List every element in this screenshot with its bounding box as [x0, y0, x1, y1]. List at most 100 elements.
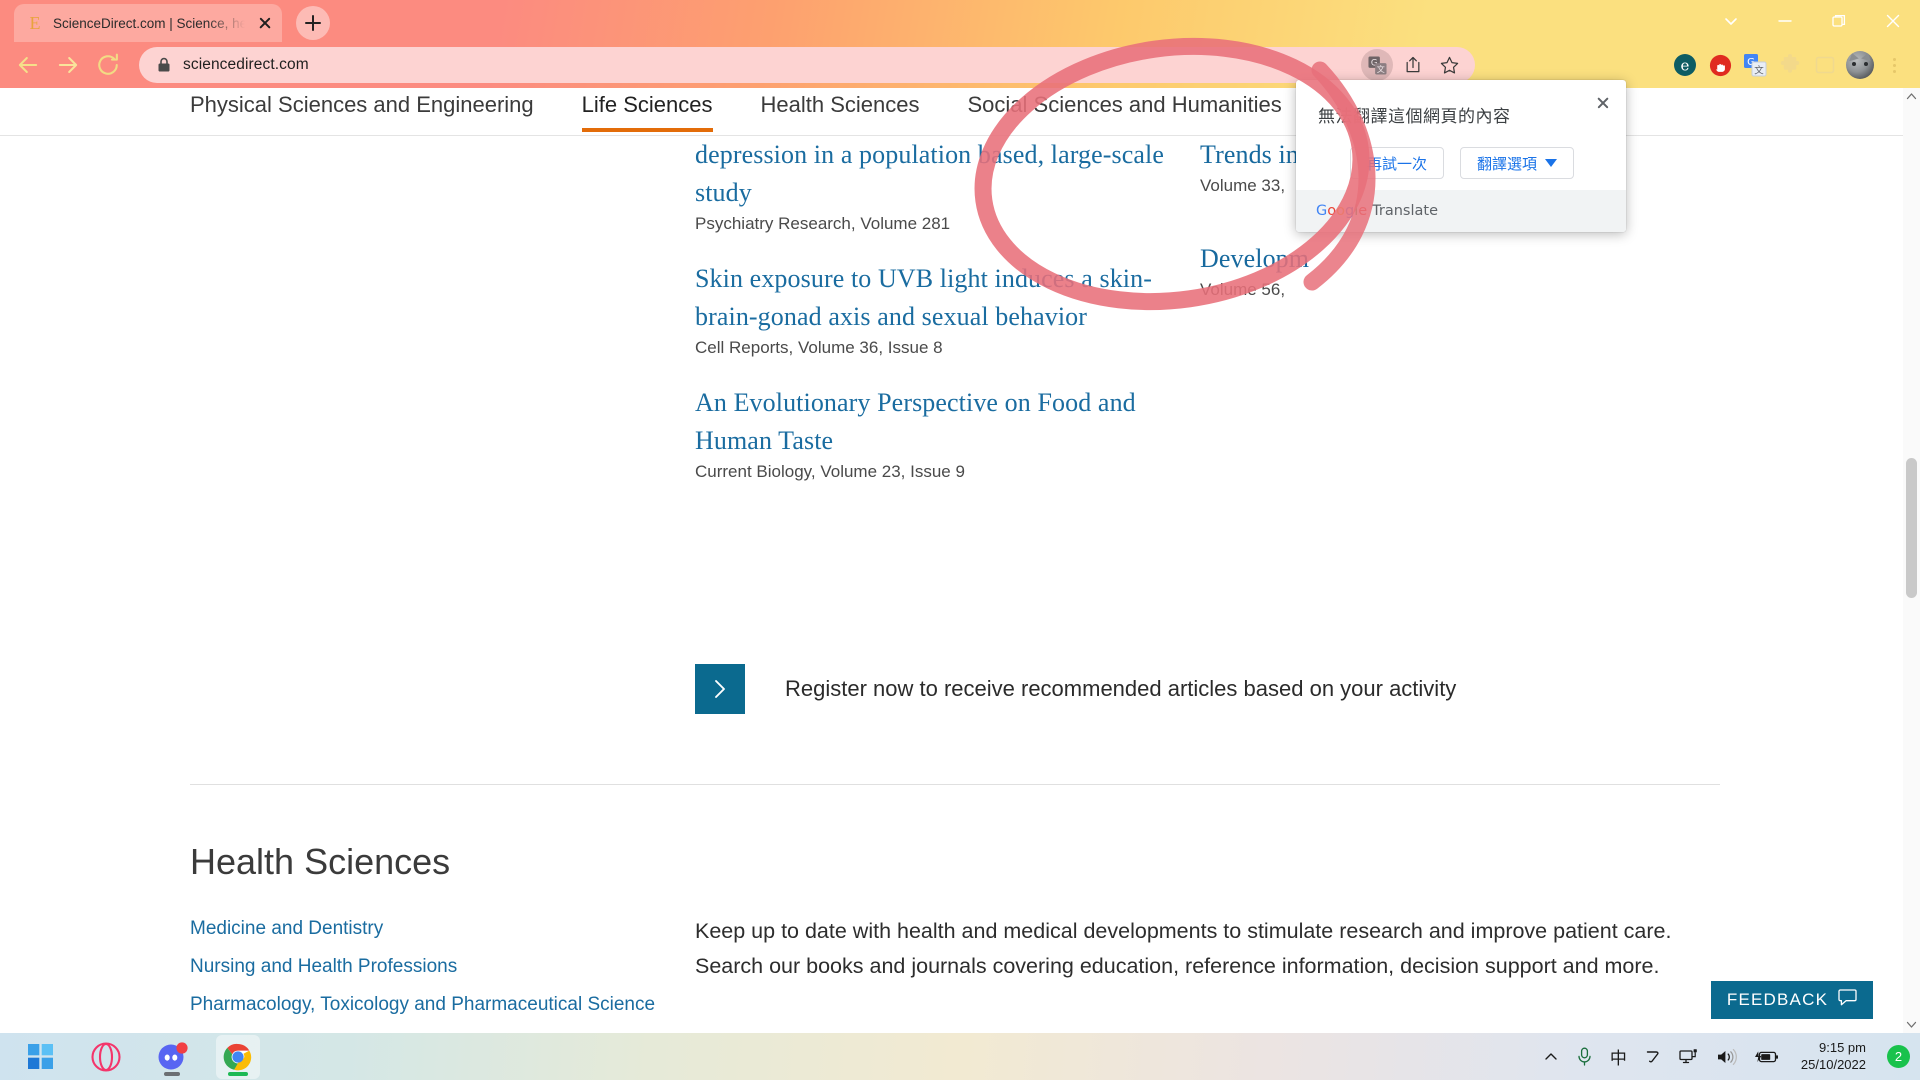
- google-wordmark-icon: Google: [1316, 203, 1368, 219]
- translate-brand-label: Translate: [1372, 203, 1439, 219]
- scroll-up-icon[interactable]: [1903, 88, 1920, 105]
- subject-link-pharmacology[interactable]: Pharmacology, Toxicology and Pharmaceuti…: [190, 994, 655, 1016]
- translate-popup-title: 無法翻譯這個網頁的內容: [1318, 107, 1511, 127]
- tab-close-icon[interactable]: [254, 12, 276, 34]
- tab-favicon-icon: E: [29, 13, 41, 33]
- article-source: Volume 56,: [1200, 279, 1286, 299]
- opera-icon[interactable]: [84, 1035, 128, 1079]
- browser-toolbar: sciencedirect.com G 文 e G 文: [0, 42, 1920, 88]
- new-tab-button[interactable]: [296, 6, 330, 40]
- web-page: Physical Sciences and Engineering Life S…: [0, 88, 1920, 1033]
- nav-social-sciences[interactable]: Social Sciences and Humanities: [968, 88, 1282, 132]
- network-icon[interactable]: [1679, 1048, 1699, 1066]
- bookmark-star-icon[interactable]: [1433, 49, 1465, 81]
- feedback-button[interactable]: FEEDBACK: [1711, 981, 1873, 1019]
- translate-options-label: 翻譯選項: [1477, 154, 1538, 173]
- ime-bopomofo-icon[interactable]: [1644, 1048, 1662, 1066]
- article-source: Current Biology, Volume 23, Issue 9: [695, 461, 965, 481]
- article-item: Developm Volume 56,: [1200, 240, 1520, 300]
- adblock-stop-icon[interactable]: [1705, 50, 1735, 80]
- browser-tab[interactable]: E ScienceDirect.com | Science, he: [14, 4, 282, 42]
- register-cta-label: Register now to receive recommended arti…: [785, 676, 1457, 701]
- reload-button[interactable]: [94, 51, 122, 79]
- edge-e-icon[interactable]: e: [1670, 50, 1700, 80]
- article-title[interactable]: An Evolutionary Perspective on Food and …: [695, 384, 1165, 460]
- address-bar[interactable]: sciencedirect.com G 文: [139, 47, 1475, 83]
- chrome-icon[interactable]: [216, 1034, 260, 1079]
- taskbar: 中 9:15 pm 25/10/2022 2: [0, 1033, 1920, 1080]
- translate-popup: 無法翻譯這個網頁的內容 再試一次 翻譯選項 Google Translate: [1296, 80, 1626, 232]
- chat-bubble-icon: [1838, 989, 1857, 1011]
- tab-strip: E ScienceDirect.com | Science, he: [0, 0, 1920, 42]
- browser-chrome: E ScienceDirect.com | Science, he scienc…: [0, 0, 1920, 88]
- article-title[interactable]: Skin exposure to UVB light induces a ski…: [695, 260, 1165, 336]
- back-button[interactable]: [14, 51, 42, 79]
- app-active-indicator: [228, 1071, 248, 1076]
- nav-life-sciences[interactable]: Life Sciences: [582, 88, 713, 132]
- clock-date: 25/10/2022: [1800, 1056, 1866, 1072]
- lock-icon: [157, 57, 171, 73]
- taskbar-apps: [18, 1033, 260, 1080]
- page-title: Health Sciences: [190, 841, 451, 882]
- section-divider: [190, 784, 1720, 785]
- microphone-icon[interactable]: [1576, 1047, 1593, 1066]
- subject-link-medicine[interactable]: Medicine and Dentistry: [190, 918, 655, 940]
- subject-links: Medicine and Dentistry Nursing and Healt…: [190, 918, 655, 1033]
- chevron-right-icon: [695, 664, 745, 714]
- ime-chinese-icon[interactable]: 中: [1610, 1044, 1627, 1069]
- three-dot-menu-icon[interactable]: [1880, 50, 1910, 80]
- article-item: Skin exposure to UVB light induces a ski…: [695, 260, 1165, 358]
- clock-time: 9:15 pm: [1819, 1040, 1866, 1056]
- translate-popup-footer: Google Translate: [1296, 190, 1626, 232]
- forward-button[interactable]: [54, 51, 82, 79]
- system-tray: 中 9:15 pm 25/10/2022 2: [1543, 1033, 1910, 1080]
- google-translate-icon[interactable]: G 文: [1740, 50, 1770, 80]
- article-source: Cell Reports, Volume 36, Issue 8: [695, 337, 943, 357]
- app-running-indicator: [164, 1071, 180, 1076]
- subject-link-nursing[interactable]: Nursing and Health Professions: [190, 956, 655, 978]
- retry-translate-label: 再試一次: [1366, 154, 1427, 173]
- tab-title: ScienceDirect.com | Science, he: [53, 15, 245, 31]
- avatar[interactable]: [1845, 50, 1875, 80]
- clock[interactable]: 9:15 pm 25/10/2022: [1801, 1040, 1866, 1073]
- translate-options-button[interactable]: 翻譯選項: [1460, 147, 1575, 179]
- close-icon[interactable]: [1592, 92, 1614, 114]
- recommended-left-column: depression in a population based, large-…: [695, 136, 1165, 508]
- share-icon[interactable]: [1397, 49, 1429, 81]
- article-item: An Evolutionary Perspective on Food and …: [695, 384, 1165, 482]
- puzzle-extensions-icon[interactable]: [1775, 50, 1805, 80]
- svg-text:文: 文: [1754, 64, 1764, 76]
- section-description: Keep up to date with health and medical …: [695, 919, 1672, 979]
- close-button[interactable]: [1866, 0, 1920, 42]
- show-hidden-icons-chevron[interactable]: [1543, 1049, 1559, 1065]
- windows-start-icon[interactable]: [18, 1035, 62, 1079]
- maximize-button[interactable]: [1812, 0, 1866, 42]
- chevron-down-icon: [1545, 159, 1558, 167]
- svg-text:e: e: [1681, 57, 1690, 75]
- nav-health-sciences[interactable]: Health Sciences: [761, 88, 920, 132]
- notification-badge[interactable]: 2: [1887, 1045, 1910, 1068]
- page-content: depression in a population based, large-…: [0, 136, 1920, 1033]
- article-title[interactable]: depression in a population based, large-…: [695, 136, 1165, 212]
- discord-icon[interactable]: [150, 1035, 194, 1079]
- page-scrollbar[interactable]: [1903, 88, 1920, 1033]
- battery-charging-icon[interactable]: [1754, 1049, 1780, 1065]
- screen: E ScienceDirect.com | Science, he scienc…: [0, 0, 1920, 1080]
- article-title[interactable]: Developm: [1200, 240, 1520, 278]
- address-bar-url: sciencedirect.com: [183, 56, 309, 73]
- translate-icon[interactable]: G 文: [1361, 49, 1393, 81]
- window-controls: [1704, 0, 1920, 42]
- omnibox-actions: G 文: [1361, 49, 1465, 81]
- feedback-label: FEEDBACK: [1726, 990, 1829, 1009]
- register-cta[interactable]: Register now to receive recommended arti…: [695, 664, 1456, 714]
- sidebar-icon[interactable]: [1810, 50, 1840, 80]
- nav-physical-sciences[interactable]: Physical Sciences and Engineering: [190, 88, 534, 132]
- volume-icon[interactable]: [1716, 1048, 1737, 1066]
- retry-translate-button[interactable]: 再試一次: [1349, 147, 1444, 179]
- minimize-button[interactable]: [1758, 0, 1812, 42]
- svg-text:文: 文: [1376, 64, 1384, 74]
- translate-popup-buttons: 再試一次 翻譯選項: [1318, 147, 1606, 179]
- scrollbar-thumb[interactable]: [1906, 458, 1917, 598]
- scroll-down-icon[interactable]: [1903, 1016, 1920, 1033]
- tab-search-chevron-icon[interactable]: [1704, 0, 1758, 42]
